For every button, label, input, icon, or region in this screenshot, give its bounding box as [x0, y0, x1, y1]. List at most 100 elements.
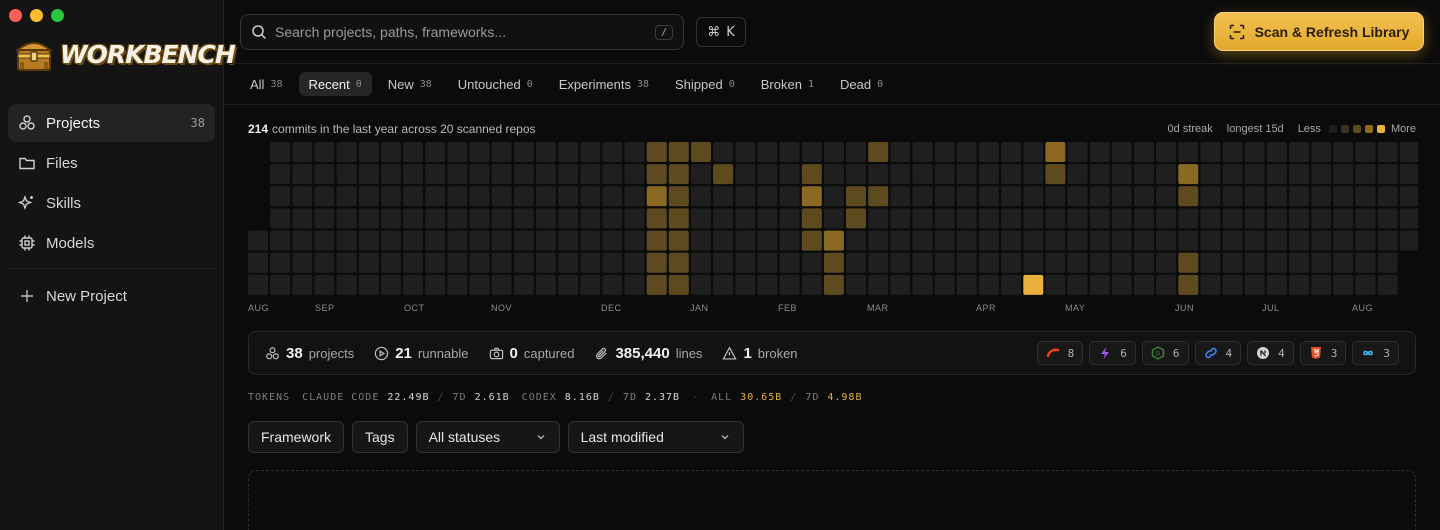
- heatmap-cell[interactable]: [403, 186, 423, 207]
- heatmap-cell[interactable]: [403, 230, 423, 251]
- heatmap-cell[interactable]: [1333, 230, 1354, 251]
- heatmap-cell[interactable]: [403, 208, 423, 229]
- heatmap-cell[interactable]: [1001, 164, 1022, 185]
- heatmap-cell[interactable]: [425, 186, 446, 207]
- heatmap-cell[interactable]: [1289, 208, 1309, 229]
- heatmap-cell[interactable]: [934, 252, 955, 273]
- heatmap-cell[interactable]: [1178, 186, 1199, 207]
- heatmap-cell[interactable]: [624, 230, 645, 251]
- heatmap-cell[interactable]: [602, 230, 623, 251]
- framework-badge-bolt[interactable]: 6: [1089, 341, 1136, 365]
- heatmap-cell[interactable]: [713, 142, 734, 162]
- heatmap-cell[interactable]: [358, 252, 379, 273]
- heatmap-cell[interactable]: [469, 208, 490, 229]
- heatmap-cell[interactable]: [1045, 274, 1066, 295]
- heatmap-cell[interactable]: [668, 164, 689, 185]
- heatmap-cell[interactable]: [1355, 142, 1376, 162]
- heatmap-cell[interactable]: [1134, 142, 1154, 162]
- heatmap-cell[interactable]: [292, 164, 313, 185]
- heatmap-cell[interactable]: [1289, 252, 1309, 273]
- heatmap-cell[interactable]: [956, 230, 977, 251]
- heatmap-cell[interactable]: [757, 208, 778, 229]
- heatmap-cell[interactable]: [624, 186, 645, 207]
- heatmap-cell[interactable]: [336, 230, 357, 251]
- heatmap-cell[interactable]: [713, 252, 734, 273]
- heatmap-cell[interactable]: [1244, 164, 1265, 185]
- heatmap-cell[interactable]: [1222, 274, 1243, 295]
- heatmap-cell[interactable]: [380, 186, 401, 207]
- heatmap-cell[interactable]: [380, 274, 401, 295]
- heatmap-cell[interactable]: [358, 208, 379, 229]
- heatmap-cell[interactable]: [1156, 274, 1177, 295]
- heatmap-cell[interactable]: [491, 208, 512, 229]
- heatmap-cell[interactable]: [757, 164, 778, 185]
- heatmap-cell[interactable]: [558, 252, 579, 273]
- heatmap-cell[interactable]: [1067, 142, 1088, 162]
- heatmap-cell[interactable]: [956, 274, 977, 295]
- heatmap-cell[interactable]: [558, 164, 579, 185]
- heatmap-cell[interactable]: [1377, 142, 1398, 162]
- heatmap-cell[interactable]: [691, 164, 711, 185]
- heatmap-cell[interactable]: [779, 164, 800, 185]
- heatmap-cell[interactable]: [1111, 142, 1132, 162]
- heatmap-cell[interactable]: [1399, 164, 1418, 185]
- heatmap-cell[interactable]: [1089, 274, 1110, 295]
- heatmap-cell[interactable]: [1377, 164, 1398, 185]
- heatmap-cell[interactable]: [691, 142, 711, 162]
- heatmap-cell[interactable]: [846, 230, 866, 251]
- heatmap-cell[interactable]: [735, 142, 756, 162]
- minimize-window-button[interactable]: [30, 9, 43, 22]
- heatmap-cell[interactable]: [779, 142, 800, 162]
- heatmap-cell[interactable]: [1001, 274, 1022, 295]
- heatmap-cell[interactable]: [1355, 186, 1376, 207]
- heatmap-cell[interactable]: [912, 274, 933, 295]
- heatmap-cell[interactable]: [934, 230, 955, 251]
- heatmap-cell[interactable]: [425, 164, 446, 185]
- heatmap-cell[interactable]: [425, 208, 446, 229]
- heatmap-cell[interactable]: [403, 142, 423, 162]
- heatmap-cell[interactable]: [380, 252, 401, 273]
- framework-badge-nextjs[interactable]: 4: [1247, 341, 1294, 365]
- heatmap-cell[interactable]: [380, 208, 401, 229]
- heatmap-cell[interactable]: [380, 164, 401, 185]
- heatmap-cell[interactable]: [513, 164, 534, 185]
- scan-refresh-button[interactable]: Scan & Refresh Library: [1214, 12, 1424, 51]
- heatmap-cell[interactable]: [846, 208, 866, 229]
- heatmap-cell[interactable]: [580, 186, 601, 207]
- heatmap-cell[interactable]: [1134, 208, 1154, 229]
- heatmap-cell[interactable]: [1200, 230, 1221, 251]
- heatmap-cell[interactable]: [336, 252, 357, 273]
- heatmap-cell[interactable]: [713, 186, 734, 207]
- heatmap-cell[interactable]: [1156, 142, 1177, 162]
- heatmap-cell[interactable]: [580, 230, 601, 251]
- heatmap-cell[interactable]: [447, 230, 468, 251]
- heatmap-cell[interactable]: [1266, 208, 1287, 229]
- heatmap-cell[interactable]: [248, 274, 268, 295]
- heatmap-cell[interactable]: [735, 208, 756, 229]
- heatmap-cell[interactable]: [1089, 164, 1110, 185]
- heatmap-cell[interactable]: [757, 274, 778, 295]
- heatmap-cell[interactable]: [646, 208, 667, 229]
- close-window-button[interactable]: [9, 9, 22, 22]
- heatmap-cell[interactable]: [535, 186, 556, 207]
- heatmap-cell[interactable]: [336, 142, 357, 162]
- heatmap-cell[interactable]: [1134, 230, 1154, 251]
- zoom-window-button[interactable]: [51, 9, 64, 22]
- heatmap-cell[interactable]: [735, 164, 756, 185]
- heatmap-cell[interactable]: [1200, 164, 1221, 185]
- heatmap-cell[interactable]: [447, 208, 468, 229]
- heatmap-cell[interactable]: [535, 230, 556, 251]
- heatmap-cell[interactable]: [890, 252, 911, 273]
- heatmap-cell[interactable]: [668, 208, 689, 229]
- heatmap-cell[interactable]: [801, 230, 822, 251]
- heatmap-cell[interactable]: [801, 164, 822, 185]
- heatmap-cell[interactable]: [248, 230, 268, 251]
- heatmap-cell[interactable]: [558, 142, 579, 162]
- heatmap-cell[interactable]: [1333, 252, 1354, 273]
- heatmap-cell[interactable]: [1134, 186, 1154, 207]
- heatmap-cell[interactable]: [380, 142, 401, 162]
- heatmap-cell[interactable]: [491, 164, 512, 185]
- heatmap-cell[interactable]: [1045, 230, 1066, 251]
- heatmap-cell[interactable]: [1178, 142, 1199, 162]
- heatmap-cell[interactable]: [558, 230, 579, 251]
